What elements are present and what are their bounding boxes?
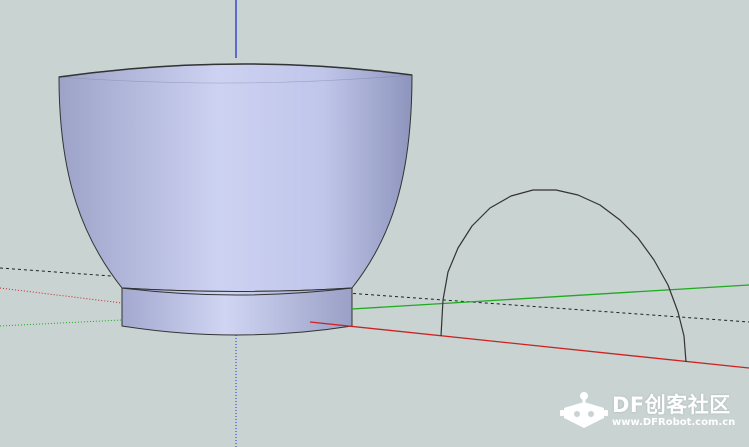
watermark-url-text: www.DFRobot.com.cn: [612, 417, 736, 428]
profile-arc[interactable]: [440, 189, 687, 363]
green-axis: [351, 284, 749, 310]
black-guide-line: [0, 267, 749, 323]
green-axis-hidden: [0, 319, 123, 327]
red-axis-hidden: [0, 287, 123, 304]
bowl-body[interactable]: [58, 63, 413, 292]
watermark-brand-text: DF创客社区: [612, 393, 731, 417]
dfrobot-watermark: DF创客社区 www.DFRobot.com.cn: [556, 386, 746, 436]
red-axis: [309, 321, 749, 369]
dfrobot-robot-icon: [560, 392, 608, 428]
sketchup-viewport[interactable]: [0, 0, 749, 447]
